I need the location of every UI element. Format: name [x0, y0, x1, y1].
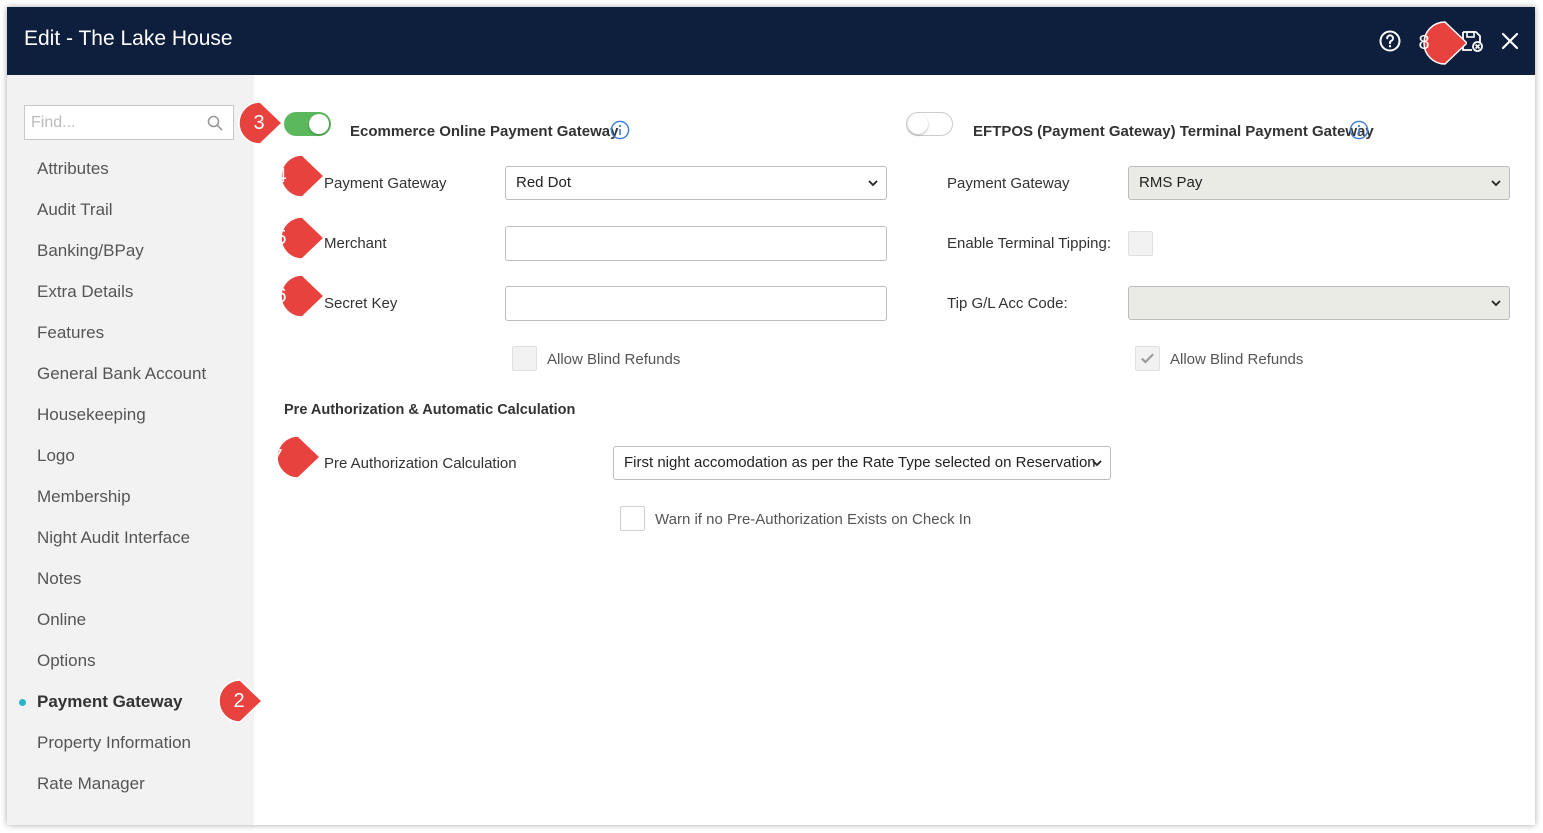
warn-no-preauth-checkbox[interactable]: [620, 506, 645, 531]
sidebar-item-extra-details[interactable]: Extra Details: [7, 280, 254, 321]
eftpos-payment-gateway-value: RMS Pay: [1139, 174, 1203, 191]
merchant-input[interactable]: [505, 226, 887, 261]
sidebar-item-general-bank-account[interactable]: General Bank Account: [7, 362, 254, 403]
terminal-tipping-label: Enable Terminal Tipping:: [947, 235, 1111, 252]
preauth-calculation-value: First night accomodation as per the Rate…: [624, 454, 1096, 471]
ecommerce-gateway-toggle[interactable]: [284, 112, 331, 136]
sidebar-item-notes[interactable]: Notes: [7, 567, 254, 608]
callout-number: 4: [275, 165, 287, 187]
sidebar-item-audit-trail[interactable]: Audit Trail: [7, 198, 254, 239]
chevron-down-icon: [1491, 300, 1501, 307]
sidebar-item-online[interactable]: Online: [7, 608, 254, 649]
callout-marker: 5: [256, 216, 324, 260]
chevron-down-icon: [868, 180, 878, 187]
merchant-label: Merchant: [324, 235, 387, 252]
sidebar-item-logo[interactable]: Logo: [7, 444, 254, 485]
info-icon[interactable]: [610, 120, 630, 140]
ecommerce-payment-gateway-select[interactable]: Red Dot: [505, 166, 887, 200]
sidebar-item-housekeeping[interactable]: Housekeeping: [7, 403, 254, 444]
callout-number: 3: [253, 112, 265, 134]
eftpos-gateway-toggle[interactable]: [906, 112, 953, 136]
terminal-tipping-checkbox[interactable]: [1128, 231, 1153, 256]
callout-marker: 3: [214, 101, 282, 145]
ecommerce-allow-blind-refunds-checkbox[interactable]: [512, 346, 537, 371]
secret-key-label: Secret Key: [324, 295, 398, 312]
find-input[interactable]: [24, 105, 234, 140]
callout-marker: 8: [1399, 21, 1467, 65]
chevron-down-icon: [1491, 180, 1501, 187]
ecommerce-allow-blind-refunds-label: Allow Blind Refunds: [547, 351, 681, 368]
tip-gl-acc-code-select[interactable]: [1128, 286, 1510, 320]
sidebar-item-night-audit-interface[interactable]: Night Audit Interface: [7, 526, 254, 567]
callout-number: 2: [233, 690, 245, 712]
toggle-knob: [908, 114, 928, 134]
callout-marker: 6: [256, 274, 324, 318]
callout-number: 8: [1418, 32, 1430, 54]
eftpos-allow-blind-refunds-checkbox[interactable]: [1135, 346, 1160, 371]
callout-marker: 7: [252, 435, 320, 479]
info-icon[interactable]: [1349, 120, 1369, 140]
sidebar-item-banking-bpay[interactable]: Banking/BPay: [7, 239, 254, 280]
eftpos-payment-gateway-label: Payment Gateway: [947, 175, 1070, 192]
callout-number: 6: [275, 285, 287, 307]
callout-marker: 2: [194, 679, 262, 723]
payment-gateway-panel: Ecommerce Online Payment Gateway Payment…: [254, 75, 1535, 825]
preauth-calculation-select[interactable]: First night accomodation as per the Rate…: [613, 446, 1111, 480]
secret-key-input[interactable]: [505, 286, 887, 321]
checkmark-icon: [1141, 353, 1154, 364]
sidebar-item-features[interactable]: Features: [7, 321, 254, 362]
ecommerce-gateway-label: Ecommerce Online Payment Gateway: [350, 123, 619, 140]
title-bar: Edit - The Lake House: [7, 7, 1535, 75]
sidebar-item-membership[interactable]: Membership: [7, 485, 254, 526]
eftpos-allow-blind-refunds-label: Allow Blind Refunds: [1170, 351, 1304, 368]
window-title: Edit - The Lake House: [24, 27, 233, 50]
tip-gl-acc-code-label: Tip G/L Acc Code:: [947, 295, 1068, 312]
sidebar-item-rate-manager[interactable]: Rate Manager: [7, 772, 254, 813]
ecommerce-payment-gateway-label: Payment Gateway: [324, 175, 447, 192]
preauth-calculation-label: Pre Authorization Calculation: [324, 455, 517, 472]
ecommerce-payment-gateway-value: Red Dot: [516, 174, 572, 191]
toggle-knob: [309, 114, 329, 134]
eftpos-payment-gateway-select[interactable]: RMS Pay: [1128, 166, 1510, 200]
close-icon[interactable]: [1498, 29, 1522, 53]
chevron-down-icon: [1092, 460, 1102, 467]
eftpos-gateway-label: EFTPOS (Payment Gateway) Terminal Paymen…: [973, 123, 1374, 140]
callout-number: 5: [275, 227, 287, 249]
sidebar-item-attributes[interactable]: Attributes: [7, 157, 254, 198]
callout-marker: 4: [256, 154, 324, 198]
preauth-section-title: Pre Authorization & Automatic Calculatio…: [284, 402, 576, 418]
sidebar-item-property-information[interactable]: Property Information: [7, 731, 254, 772]
warn-no-preauth-label: Warn if no Pre-Authorization Exists on C…: [655, 511, 972, 528]
callout-number: 7: [271, 446, 283, 468]
